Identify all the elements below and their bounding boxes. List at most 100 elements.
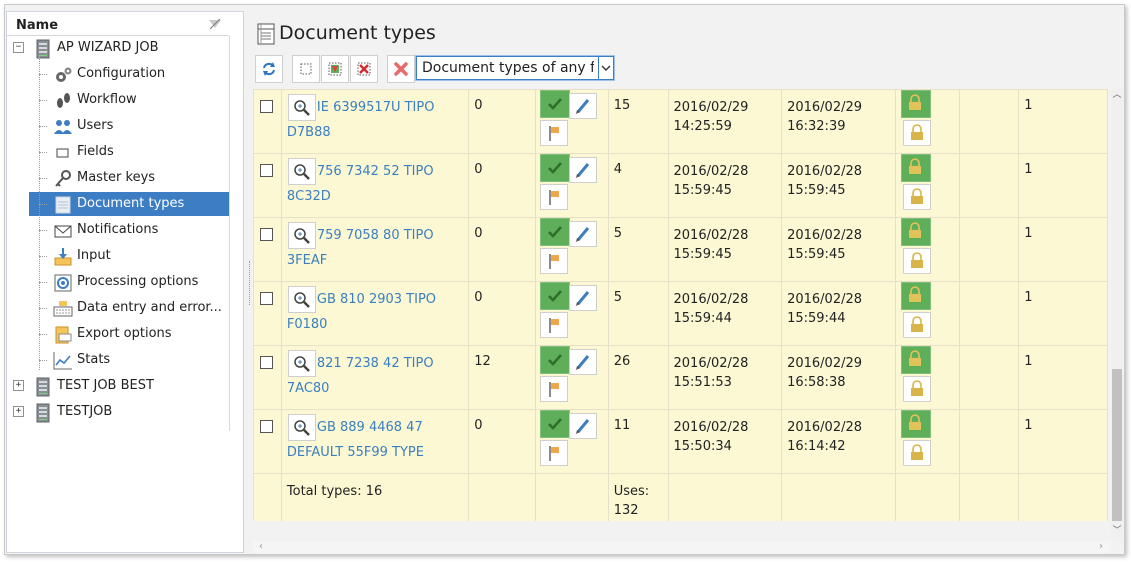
scroll-left-icon[interactable]: ‹ bbox=[255, 541, 267, 553]
expand-icon[interactable]: + bbox=[13, 406, 24, 417]
tree-item-master-keys[interactable]: Master keys bbox=[29, 166, 229, 190]
lock-button[interactable] bbox=[900, 282, 931, 310]
row-checkbox[interactable] bbox=[260, 420, 273, 433]
flag-button[interactable] bbox=[539, 312, 568, 338]
scroll-down-icon[interactable]: ﹀ bbox=[1112, 526, 1122, 536]
tree-item-export-options[interactable]: Export options bbox=[29, 322, 229, 346]
chevron-down-icon[interactable] bbox=[598, 57, 613, 79]
approve-button[interactable] bbox=[539, 154, 570, 182]
tree-item-fields[interactable]: Fields bbox=[29, 140, 229, 164]
tree-item-input[interactable]: Input bbox=[29, 244, 229, 268]
edit-button[interactable] bbox=[568, 349, 597, 375]
approve-button[interactable] bbox=[539, 410, 570, 438]
version-value: 1 bbox=[1024, 162, 1033, 177]
view-button[interactable] bbox=[287, 350, 316, 377]
view-button[interactable] bbox=[287, 222, 316, 249]
document-type-name-link[interactable]: 759 7058 80 TIPO bbox=[317, 228, 434, 243]
flag-button[interactable] bbox=[539, 248, 568, 274]
lock-button[interactable] bbox=[900, 90, 931, 118]
document-type-name-link[interactable]: 3FEAF bbox=[287, 253, 327, 268]
uses-cell: 5 bbox=[607, 281, 669, 346]
approve-button[interactable] bbox=[539, 90, 570, 118]
horizontal-scrollbar[interactable]: ‹ › bbox=[253, 541, 1111, 553]
collapse-icon[interactable]: − bbox=[13, 42, 24, 53]
count-cell: 0 bbox=[468, 281, 536, 346]
vertical-scrollbar[interactable]: ︿ ﹀ bbox=[1111, 89, 1123, 539]
edit-button[interactable] bbox=[568, 157, 597, 183]
document-type-name-link[interactable]: F0180 bbox=[287, 317, 328, 332]
tree-item-users[interactable]: Users bbox=[29, 114, 229, 138]
tree-item-stats[interactable]: Stats bbox=[29, 348, 229, 372]
vertical-scroll-thumb[interactable] bbox=[1112, 369, 1122, 521]
unlock-button[interactable] bbox=[902, 376, 931, 402]
modified-datetime: 2016/02/28 16:14:42 bbox=[787, 420, 863, 454]
view-button[interactable] bbox=[287, 94, 316, 121]
unlock-button[interactable] bbox=[902, 120, 931, 146]
tree-item-workflow[interactable]: Workflow bbox=[29, 88, 229, 112]
document-type-name-link[interactable]: IE 6399517U TIPO bbox=[317, 100, 435, 115]
tree-item-processing-options[interactable]: Processing options bbox=[29, 270, 229, 294]
unlock-button[interactable] bbox=[902, 440, 931, 466]
scroll-right-icon[interactable]: › bbox=[1095, 541, 1107, 553]
document-type-name-link[interactable]: 821 7238 42 TIPO bbox=[317, 356, 434, 371]
row-checkbox[interactable] bbox=[260, 164, 273, 177]
lock-button[interactable] bbox=[900, 410, 931, 438]
document-type-name-link[interactable]: 756 7342 52 TIPO bbox=[317, 164, 434, 179]
tree-item-testjob[interactable]: + TESTJOB bbox=[7, 400, 229, 424]
flag-button[interactable] bbox=[539, 184, 568, 210]
table-row[interactable]: GB 889 4468 47 DEFAULT 55F99 TYPE 0 11 2016/… bbox=[253, 409, 1108, 474]
scroll-up-icon[interactable]: ︿ bbox=[1112, 90, 1122, 100]
document-type-name-link[interactable]: DEFAULT 55F99 TYPE bbox=[287, 445, 424, 460]
flag-button[interactable] bbox=[539, 440, 568, 466]
document-type-name-link[interactable]: 7AC80 bbox=[287, 381, 330, 396]
unlock-button[interactable] bbox=[902, 248, 931, 274]
tree-item-test-job-best[interactable]: + TEST JOB BEST bbox=[7, 374, 229, 398]
document-type-name-link[interactable]: GB 810 2903 TIPO bbox=[317, 292, 436, 307]
table-row[interactable]: 759 7058 80 TIPO 3FEAF 0 5 2016/02/28 15:59:4… bbox=[253, 217, 1108, 282]
table-row[interactable]: 821 7238 42 TIPO 7AC80 12 26 2016/02/28 15:51… bbox=[253, 345, 1108, 410]
approve-button[interactable] bbox=[539, 218, 570, 246]
view-button[interactable] bbox=[287, 286, 316, 313]
document-type-filter-select[interactable]: Document types of any f bbox=[415, 55, 615, 81]
row-checkbox[interactable] bbox=[260, 292, 273, 305]
tree-item-data-entry-and-error[interactable]: Data entry and error... bbox=[29, 296, 229, 320]
document-type-name-link[interactable]: GB 889 4468 47 bbox=[317, 420, 423, 435]
select-all-button[interactable] bbox=[321, 55, 349, 83]
flag-button[interactable] bbox=[539, 376, 568, 402]
expand-icon[interactable]: + bbox=[13, 380, 24, 391]
approve-button[interactable] bbox=[539, 346, 570, 374]
delete-button[interactable] bbox=[387, 55, 415, 83]
row-checkbox[interactable] bbox=[260, 100, 273, 113]
export-icon bbox=[53, 325, 73, 344]
modified-datetime: 2016/02/29 16:32:39 bbox=[787, 100, 863, 134]
view-button[interactable] bbox=[287, 414, 316, 441]
sort-icon[interactable] bbox=[208, 18, 222, 30]
approve-button[interactable] bbox=[539, 282, 570, 310]
edit-button[interactable] bbox=[568, 413, 597, 439]
document-type-name-link[interactable]: D7B88 bbox=[287, 125, 331, 140]
row-checkbox[interactable] bbox=[260, 356, 273, 369]
edit-button[interactable] bbox=[568, 221, 597, 247]
table-row[interactable]: GB 810 2903 TIPO F0180 0 5 2016/02/28 15:59:4… bbox=[253, 281, 1108, 346]
tree-item-notifications[interactable]: Notifications bbox=[29, 218, 229, 242]
document-type-name-link[interactable]: 8C32D bbox=[287, 189, 331, 204]
unlock-button[interactable] bbox=[902, 184, 931, 210]
lock-button[interactable] bbox=[900, 218, 931, 246]
edit-button[interactable] bbox=[568, 285, 597, 311]
view-button[interactable] bbox=[287, 158, 316, 185]
flag-button[interactable] bbox=[539, 120, 568, 146]
select-none-button[interactable] bbox=[292, 55, 320, 83]
tree-item-document-types[interactable]: Document types bbox=[29, 192, 229, 216]
table-row[interactable]: IE 6399517U TIPO D7B88 0 15 2016/02/29 14:25:… bbox=[253, 89, 1108, 154]
lock-button[interactable] bbox=[900, 154, 931, 182]
lock-button[interactable] bbox=[900, 346, 931, 374]
table-row[interactable]: 756 7342 52 TIPO 8C32D 0 4 2016/02/28 15:59:4… bbox=[253, 153, 1108, 218]
tree-item-ap-wizard-job[interactable]: − AP WIZARD JOB bbox=[7, 36, 229, 60]
row-checkbox[interactable] bbox=[260, 228, 273, 241]
refresh-button[interactable] bbox=[255, 55, 283, 83]
count-cell: 0 bbox=[468, 409, 536, 474]
unlock-button[interactable] bbox=[902, 312, 931, 338]
edit-button[interactable] bbox=[568, 93, 597, 119]
tree-item-configuration[interactable]: Configuration bbox=[29, 62, 229, 86]
deselect-button[interactable] bbox=[350, 55, 378, 83]
